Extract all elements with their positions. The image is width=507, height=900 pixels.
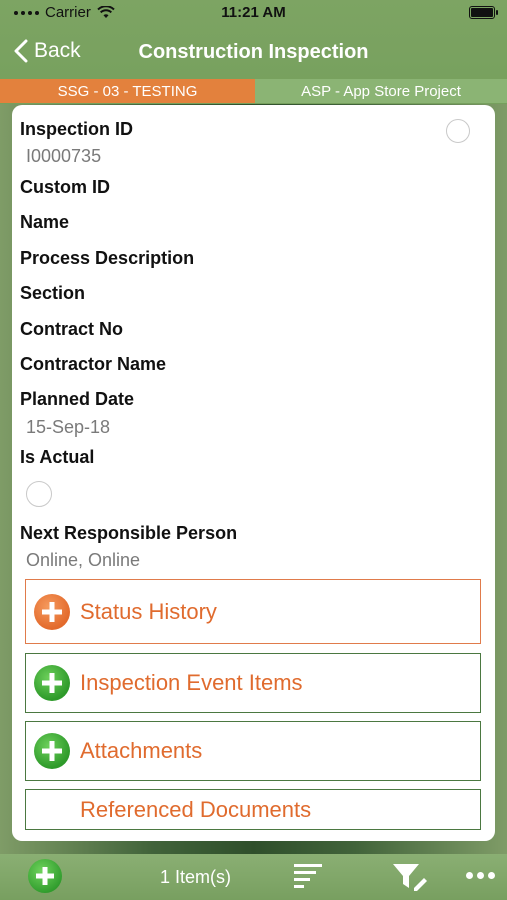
next-responsible-label: Next Responsible Person: [20, 523, 238, 543]
is-actual-label: Is Actual: [20, 447, 95, 467]
more-dot: [477, 872, 484, 879]
chevron-left-icon: [14, 39, 28, 63]
add-button[interactable]: [28, 859, 62, 893]
contract-no-label: Contract No: [20, 319, 123, 339]
filter-button[interactable]: [392, 862, 428, 897]
contractor-name-label: Contractor Name: [20, 354, 167, 374]
next-responsible-value: Online, Online: [26, 550, 141, 570]
inspection-detail-card: Inspection ID I0000735 Custom ID Name Pr…: [12, 105, 495, 841]
process-description-label: Process Description: [20, 248, 195, 268]
referenced-documents-button[interactable]: Referenced Documents: [25, 789, 481, 830]
item-count: 1 Item(s): [160, 867, 232, 887]
plus-icon: [34, 733, 70, 769]
more-dot: [488, 872, 495, 879]
status-bar: Carrier 11:21 AM: [0, 0, 507, 26]
page-title: Construction Inspection: [138, 41, 369, 63]
status-history-button[interactable]: Status History: [25, 579, 481, 644]
clock: 11:21 AM: [221, 4, 286, 21]
filter-edit-icon: [393, 864, 427, 891]
is-actual-radio[interactable]: [26, 481, 52, 507]
inspection-id-label: Inspection ID: [20, 119, 134, 139]
back-button[interactable]: Back: [14, 39, 81, 63]
planned-date-value: 15-Sep-18: [26, 417, 111, 437]
sort-button[interactable]: [294, 862, 324, 895]
custom-id-label: Custom ID: [20, 177, 110, 197]
bottom-toolbar: 1 Item(s): [0, 854, 507, 900]
back-label: Back: [34, 39, 81, 62]
planned-date-label: Planned Date: [20, 389, 135, 409]
status-history-label: Status History: [80, 598, 217, 624]
sort-icon: [294, 864, 322, 888]
navigation-bar: Back Construction Inspection: [0, 30, 507, 74]
project-name[interactable]: ASP - App Store Project: [255, 79, 507, 103]
inspection-event-items-label: Inspection Event Items: [80, 670, 303, 695]
more-dot: [466, 872, 473, 879]
plus-icon: [34, 593, 70, 630]
battery-icon: [469, 6, 498, 19]
more-button[interactable]: [466, 872, 495, 879]
section-label: Section: [20, 283, 86, 303]
inspection-event-items-button[interactable]: Inspection Event Items: [25, 653, 481, 713]
referenced-documents-label: Referenced Documents: [80, 796, 312, 822]
name-label: Name: [20, 212, 70, 232]
attachments-label: Attachments: [80, 738, 203, 763]
select-radio[interactable]: [446, 119, 470, 143]
inspection-id-value: I0000735: [26, 146, 102, 166]
plus-icon: [34, 665, 70, 701]
plus-icon: [36, 867, 54, 885]
project-bar: SSG - 03 - TESTING ASP - App Store Proje…: [0, 79, 507, 103]
attachments-button[interactable]: Attachments: [25, 721, 481, 781]
project-code[interactable]: SSG - 03 - TESTING: [0, 79, 255, 103]
